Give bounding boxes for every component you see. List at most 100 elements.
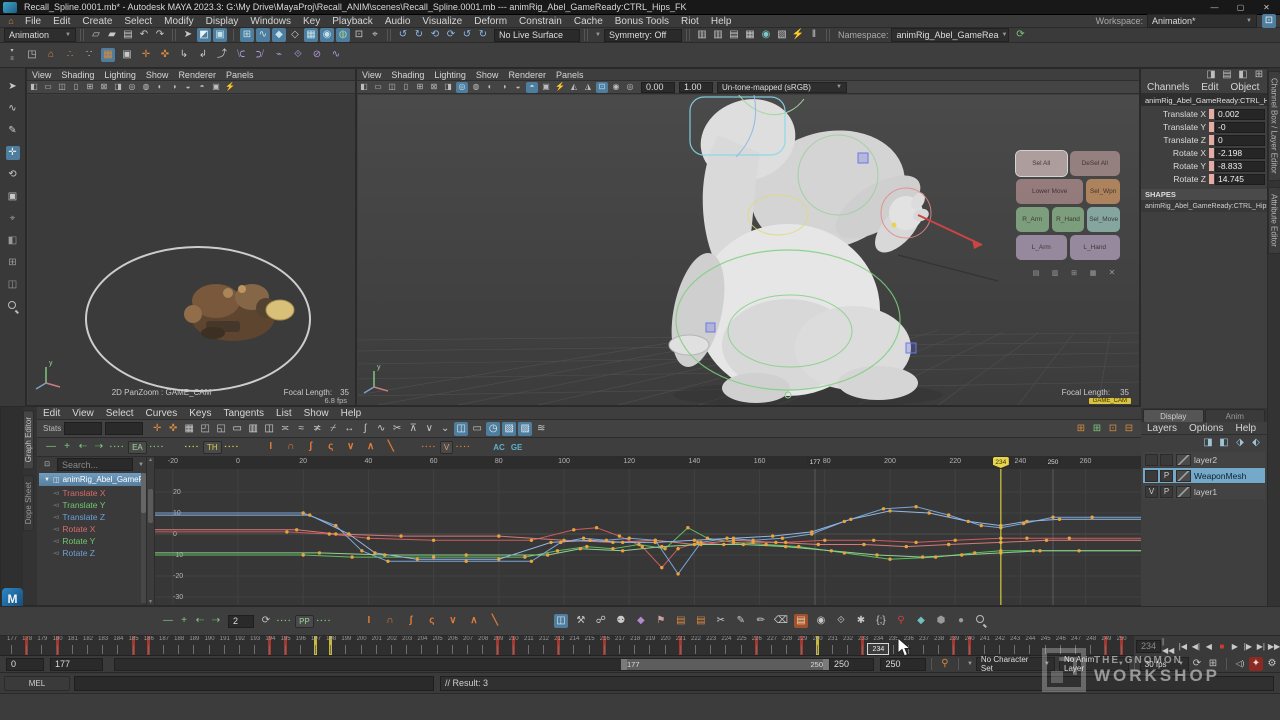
bookmark-icon[interactable]: ◫ [56,82,68,93]
layer-color-swatch[interactable] [1176,454,1191,466]
ea-button[interactable]: EA [128,441,147,454]
center-view-icon[interactable]: ◫ [262,422,276,436]
lattice-deform-icon[interactable]: ▦ [182,422,196,436]
tangent-linear-icon[interactable]: ʃ [304,440,318,454]
minimize-button[interactable]: — [1209,0,1220,14]
shaded-icon[interactable]: ◓ [526,82,538,93]
select-hierarchy-icon[interactable]: ➤ [181,28,195,42]
clamp-icon[interactable]: ⊞ [1206,657,1220,671]
outliner-channel-rotate-z[interactable]: ◅Rotate Z [37,547,146,559]
gem2-icon[interactable]: ◆ [914,614,928,628]
time-slider[interactable]: 1771781791801811821831841851861871881891… [0,636,1134,656]
ipr-render-icon[interactable]: ▤ [727,28,741,42]
menu-windows[interactable]: Windows [244,16,297,27]
film-gate-icon[interactable]: ⊠ [428,82,440,93]
cb-menu-object[interactable]: Object [1225,82,1266,93]
step-tangent-icon[interactable]: ∫ [358,422,372,436]
picker-load-icon[interactable]: ▥ [1048,266,1062,280]
frame-tick[interactable] [665,645,666,654]
bookmark-marker-177[interactable]: 177 [807,457,823,468]
prev-key-icon[interactable]: ⇠ [193,614,207,628]
close-button[interactable]: ✕ [1261,0,1272,14]
frame-tick[interactable] [528,645,529,654]
ge-menu-select[interactable]: Select [100,408,140,419]
split-icon[interactable]: ◧ [1236,68,1250,82]
frame-tick[interactable] [87,645,88,654]
frame-tick[interactable] [680,645,681,654]
frame-tick[interactable] [57,645,58,654]
graph-time-ruler[interactable]: -200204060801001201401601802002202402601… [155,457,1141,469]
vpr-menu-show[interactable]: Show [471,70,504,80]
highlight-selection-icon[interactable]: ⌖ [368,28,382,42]
channel-value-field[interactable]: -0 [1215,122,1265,133]
animation-preferences-icon[interactable]: ⚙ [1265,657,1279,671]
shape-node-name[interactable]: animRig_Abel_GameReady:CTRL_Hips_FKShape [1141,200,1267,212]
right-viewport-canvas[interactable]: y Sel AllDeSel AllLower MoveSel_WpnR_Arm… [358,95,1139,405]
frame-tick[interactable] [634,645,635,654]
search-icon[interactable] [974,614,988,628]
frame-tick[interactable] [239,645,240,654]
mel-button[interactable]: MEL [4,676,70,691]
outliner-search-input[interactable]: Search... [57,458,133,471]
tangent-spline-icon[interactable]: I [264,440,278,454]
break-tangents-icon[interactable]: ✂ [390,422,404,436]
frame-tick[interactable] [193,645,194,654]
walk-cycle-icon[interactable]: ⚉ [614,614,628,628]
layer-visibility-toggle[interactable]: V [1145,486,1158,498]
notebook1-icon[interactable]: ▤ [674,614,688,628]
tangent-clamped-icon[interactable]: ∩ [383,614,397,628]
gate-mask-icon[interactable]: ◎ [456,82,468,93]
move-tool-icon[interactable]: ✛ [6,146,20,160]
field-chart-icon[interactable]: ◍ [470,82,482,93]
layer-playback-toggle[interactable]: P [1160,486,1173,498]
frame-playback-icon[interactable]: ▥ [246,422,260,436]
pin-channel-icon[interactable]: ⊟ [1122,422,1136,436]
playback-start-field[interactable]: 177 [50,658,103,671]
safe-action-icon[interactable]: ◐ [154,82,166,93]
frame-tick[interactable] [589,645,590,654]
snap-view-icon[interactable]: ▦ [304,28,318,42]
bookmark-icon[interactable]: ◫ [386,82,398,93]
vpl-menu-shading[interactable]: Shading [56,70,99,80]
picker-button-sel-move[interactable]: Sel_Move [1087,207,1120,232]
sphere-icon[interactable]: ● [954,614,968,628]
frame-tick[interactable] [953,645,954,654]
menu-help[interactable]: Help [705,16,738,27]
frame-tick[interactable] [543,645,544,654]
refresh-icon[interactable]: ⟳ [259,614,273,628]
diamond-icon[interactable]: ⟐ [834,614,848,628]
channel-mute-icon[interactable]: ◅ [53,525,58,533]
layer-row-layer2[interactable]: layer2 [1143,452,1265,467]
star-icon[interactable]: ✱ [854,614,868,628]
scale-tool-icon[interactable]: ▣ [6,190,20,204]
braces-icon[interactable]: {;} [874,614,888,628]
picker-button-r-hand[interactable]: R_Hand [1052,207,1085,232]
frame-tick[interactable] [710,645,711,654]
frame-tick[interactable] [361,645,362,654]
chevron-down-icon[interactable]: ▼ [967,661,973,667]
frame-tick[interactable] [558,645,559,654]
spline-ik-icon[interactable]: ∿ [329,48,343,62]
frame-tick[interactable] [741,645,742,654]
menu-playback[interactable]: Playback [326,16,379,27]
playback-end-field[interactable]: 250 [829,658,874,671]
gamma-icon[interactable]: ◎ [624,82,636,93]
animation-start-field[interactable]: 0 [6,658,44,671]
tangent-clamped-icon[interactable]: ∩ [284,440,298,454]
play-forwards-button[interactable]: ▶ [1229,639,1240,653]
picker-close-icon[interactable]: ✕ [1105,266,1119,280]
input-operations-icon[interactable]: ↺ [396,28,410,42]
tangent-fixed-icon[interactable]: ╲ [384,440,398,454]
range-slider-bar[interactable]: 177 250 [621,659,829,670]
menu-select[interactable]: Select [118,16,158,27]
move-key-icon[interactable]: ✛ [139,48,153,62]
constraint-icon[interactable]: ⌁ [272,48,286,62]
step-forward-frame-button[interactable]: ▶| [1255,639,1266,653]
link-icon[interactable]: ☍ [594,614,608,628]
outliner-channel-translate-z[interactable]: ◅Translate Z [37,511,146,523]
channel-name[interactable]: Translate Z [1143,135,1209,145]
frame-tick[interactable] [847,645,848,654]
ge-menu-list[interactable]: List [270,408,298,419]
stats-frame-field[interactable] [64,422,102,435]
outliner-channel-rotate-y[interactable]: ◅Rotate Y [37,535,146,547]
